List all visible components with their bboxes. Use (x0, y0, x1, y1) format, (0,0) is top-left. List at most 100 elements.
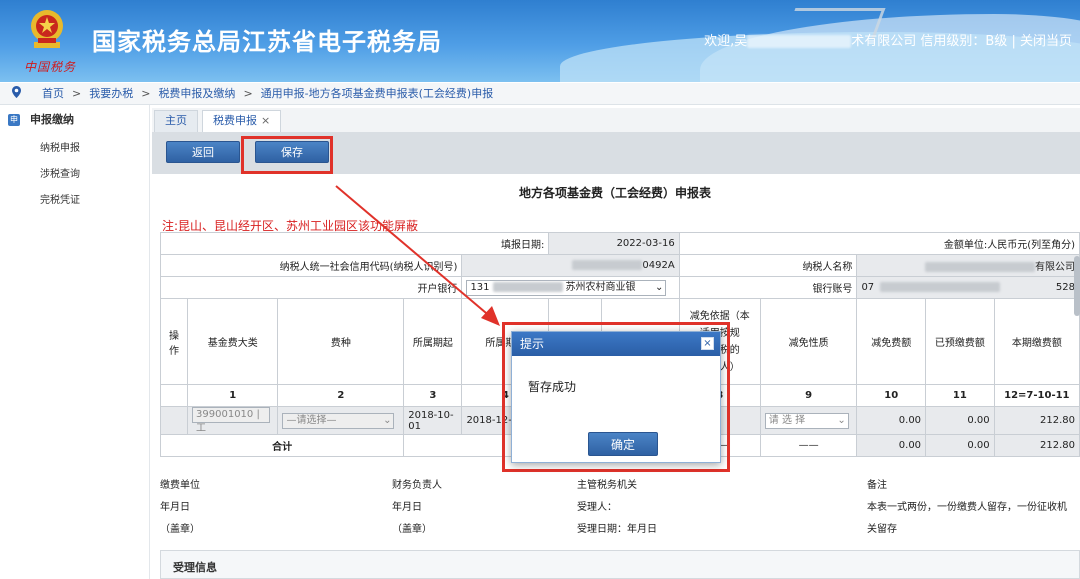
seal-2: （盖章） (392, 524, 432, 535)
account-field: 07 528 (856, 276, 1080, 299)
chevron-down-icon: ⌄ (837, 414, 846, 426)
welcome-company-suffix: 术有限公司 (851, 34, 917, 49)
breadcrumb-separator: > (243, 87, 253, 100)
dialog-title: 提示 (520, 337, 545, 351)
confirm-button[interactable]: 确定 (588, 432, 658, 456)
taxpayer-id-label: 纳税人统一社会信用代码(纳税人识别号) (159, 254, 463, 277)
relief-amount-cell: 0.00 (856, 406, 927, 435)
account-tail: 528 (1055, 282, 1075, 293)
row-action-cell (159, 406, 189, 435)
total-label: 合计 (159, 434, 405, 457)
fill-date-label: 填报日期: (159, 232, 550, 255)
fee-type-select[interactable]: —请选择— ⌄ (282, 412, 395, 429)
sidebar-item-tax-query[interactable]: 涉税查询 (40, 165, 80, 180)
welcome-text: 欢迎,吴 (704, 34, 748, 49)
total-current: 212.80 (993, 434, 1080, 457)
breadcrumb-tax-filing[interactable]: 税费申报及缴纳 (158, 87, 235, 100)
date-1: 年月日 (160, 502, 190, 513)
col-num-action (159, 384, 189, 407)
save-highlight-box (241, 136, 333, 174)
col-header-relief-amount: 减免费额 (856, 298, 927, 385)
back-button[interactable]: 返回 (166, 141, 240, 163)
tax-emblem-icon (31, 10, 63, 48)
account-head: 07 (861, 282, 875, 293)
tax-office-label: 主管税务机关 (577, 480, 637, 491)
taxpayer-name-tail: 有限公司 (1035, 262, 1075, 273)
category-select-value: 399001010 | 工 (196, 409, 260, 434)
fill-date-value: 2022-03-16 (548, 232, 680, 255)
remark-text-2: 关留存 (867, 524, 897, 535)
total-prepaid: 0.00 (925, 434, 995, 457)
dialog-message: 暂存成功 (528, 380, 577, 394)
col-num-12: 12=7-10-11 (993, 384, 1080, 407)
credit-level: 信用级别：B级 (920, 34, 1008, 49)
chevron-down-icon: ⌄ (383, 414, 392, 426)
tab-close-icon[interactable]: × (261, 114, 270, 127)
close-page-link[interactable]: 关闭当页 (1020, 34, 1072, 49)
taxpayer-id-tail: 0492A (642, 260, 675, 271)
col-header-fee-type: 费种 (277, 298, 405, 385)
date-2: 年月日 (392, 502, 422, 513)
remark-text: 本表一式两份，一份缴费人留存，一份征收机 (867, 502, 1067, 513)
redacted-company (747, 35, 852, 48)
sidebar-header-label: 申报缴纳 (30, 113, 74, 126)
site-header: 中国税务 国家税务总局江苏省电子税务局 欢迎,吴 术有限公司 信用级别：B级 | … (0, 0, 1080, 82)
relief-nature-select-value: 请 选 择 (768, 414, 806, 426)
redacted-name (925, 262, 1035, 272)
prepaid-cell: 0.00 (925, 406, 995, 435)
relief-nature-cell: 请 选 择 ⌄ (759, 406, 858, 435)
col-header-category: 基金费大类 (187, 298, 279, 385)
fee-type-cell: —请选择— ⌄ (277, 406, 405, 435)
sidebar-item-tax-certificate[interactable]: 完税凭证 (40, 191, 80, 206)
tab-tax-filing[interactable]: 税费申报 × (202, 110, 282, 132)
col-num-1: 1 (187, 384, 279, 407)
taxpayer-name-label: 纳税人名称 (678, 254, 858, 277)
accept-date: 受理日期：年月日 (577, 524, 657, 535)
accept-section[interactable]: 受理信息 (160, 550, 1080, 579)
sidebar-header[interactable]: 申 申报缴纳 (0, 109, 150, 131)
total-dash-2: —— (759, 434, 858, 457)
current-cell: 212.80 (993, 406, 1080, 435)
col-num-3: 3 (403, 384, 463, 407)
bank-select[interactable]: 131 苏州农村商业银 ⌄ (466, 279, 667, 296)
scrollbar[interactable] (1074, 256, 1080, 316)
breadcrumb: 首页 > 我要办税 > 税费申报及缴纳 > 通用申报-地方各项基金费申报表(工会经费)申报 (0, 83, 1080, 105)
col-header-current: 本期缴费额 (993, 298, 1080, 385)
tab-home[interactable]: 主页 (154, 110, 198, 132)
period-start-cell: 2018-10-01 (403, 406, 463, 435)
form-title: 地方各项基金费（工会经费）申报表 (518, 186, 711, 200)
bank-select-value: 131 (470, 281, 490, 293)
close-icon[interactable]: × (701, 337, 714, 350)
col-header-action: 操作 (159, 298, 189, 385)
col-num-10: 10 (856, 384, 927, 407)
breadcrumb-current: 通用申报-地方各项基金费申报表(工会经费)申报 (260, 87, 494, 100)
welcome-bar: 欢迎,吴 术有限公司 信用级别：B级 | 关闭当页 (704, 30, 1072, 49)
tab-home-label: 主页 (165, 114, 187, 127)
account-label: 银行账号 (678, 276, 858, 299)
col-header-prepaid: 已预缴费额 (925, 298, 995, 385)
remark-label: 备注 (867, 480, 887, 491)
filing-icon: 申 (8, 114, 20, 126)
tab-filing-label: 税费申报 (213, 114, 257, 127)
taxpayer-id-field: 0492A (461, 254, 680, 277)
col-num-11: 11 (925, 384, 995, 407)
amount-unit-label: 金额单位:人民币元(列至角分) (678, 232, 1080, 255)
redacted-account (880, 282, 1001, 292)
tab-bar: 主页 税费申报 × (152, 108, 1080, 132)
redacted-id (572, 260, 643, 270)
seal-1: （盖章） (160, 524, 200, 535)
receiver-label: 受理人： (577, 502, 617, 513)
sidebar-item-tax-filing[interactable]: 纳税申报 (40, 139, 80, 154)
breadcrumb-tax-service[interactable]: 我要办税 (89, 87, 133, 100)
category-select[interactable]: 399001010 | 工 (192, 407, 271, 434)
tax-logo-script: 中国税务 (24, 60, 77, 74)
bank-select-cell: 131 苏州农村商业银 ⌄ (461, 276, 680, 299)
bank-select-tail: 苏州农村商业银 (565, 281, 636, 293)
message-dialog: 提示 × 暂存成功 确定 (511, 331, 721, 463)
breadcrumb-home[interactable]: 首页 (42, 87, 64, 100)
relief-nature-select[interactable]: 请 选 择 ⌄ (764, 412, 849, 429)
col-num-9: 9 (759, 384, 858, 407)
col-header-relief-nature: 减免性质 (759, 298, 858, 385)
category-cell: 399001010 | 工 (187, 406, 279, 435)
fee-type-select-value: —请选择— (286, 414, 337, 426)
